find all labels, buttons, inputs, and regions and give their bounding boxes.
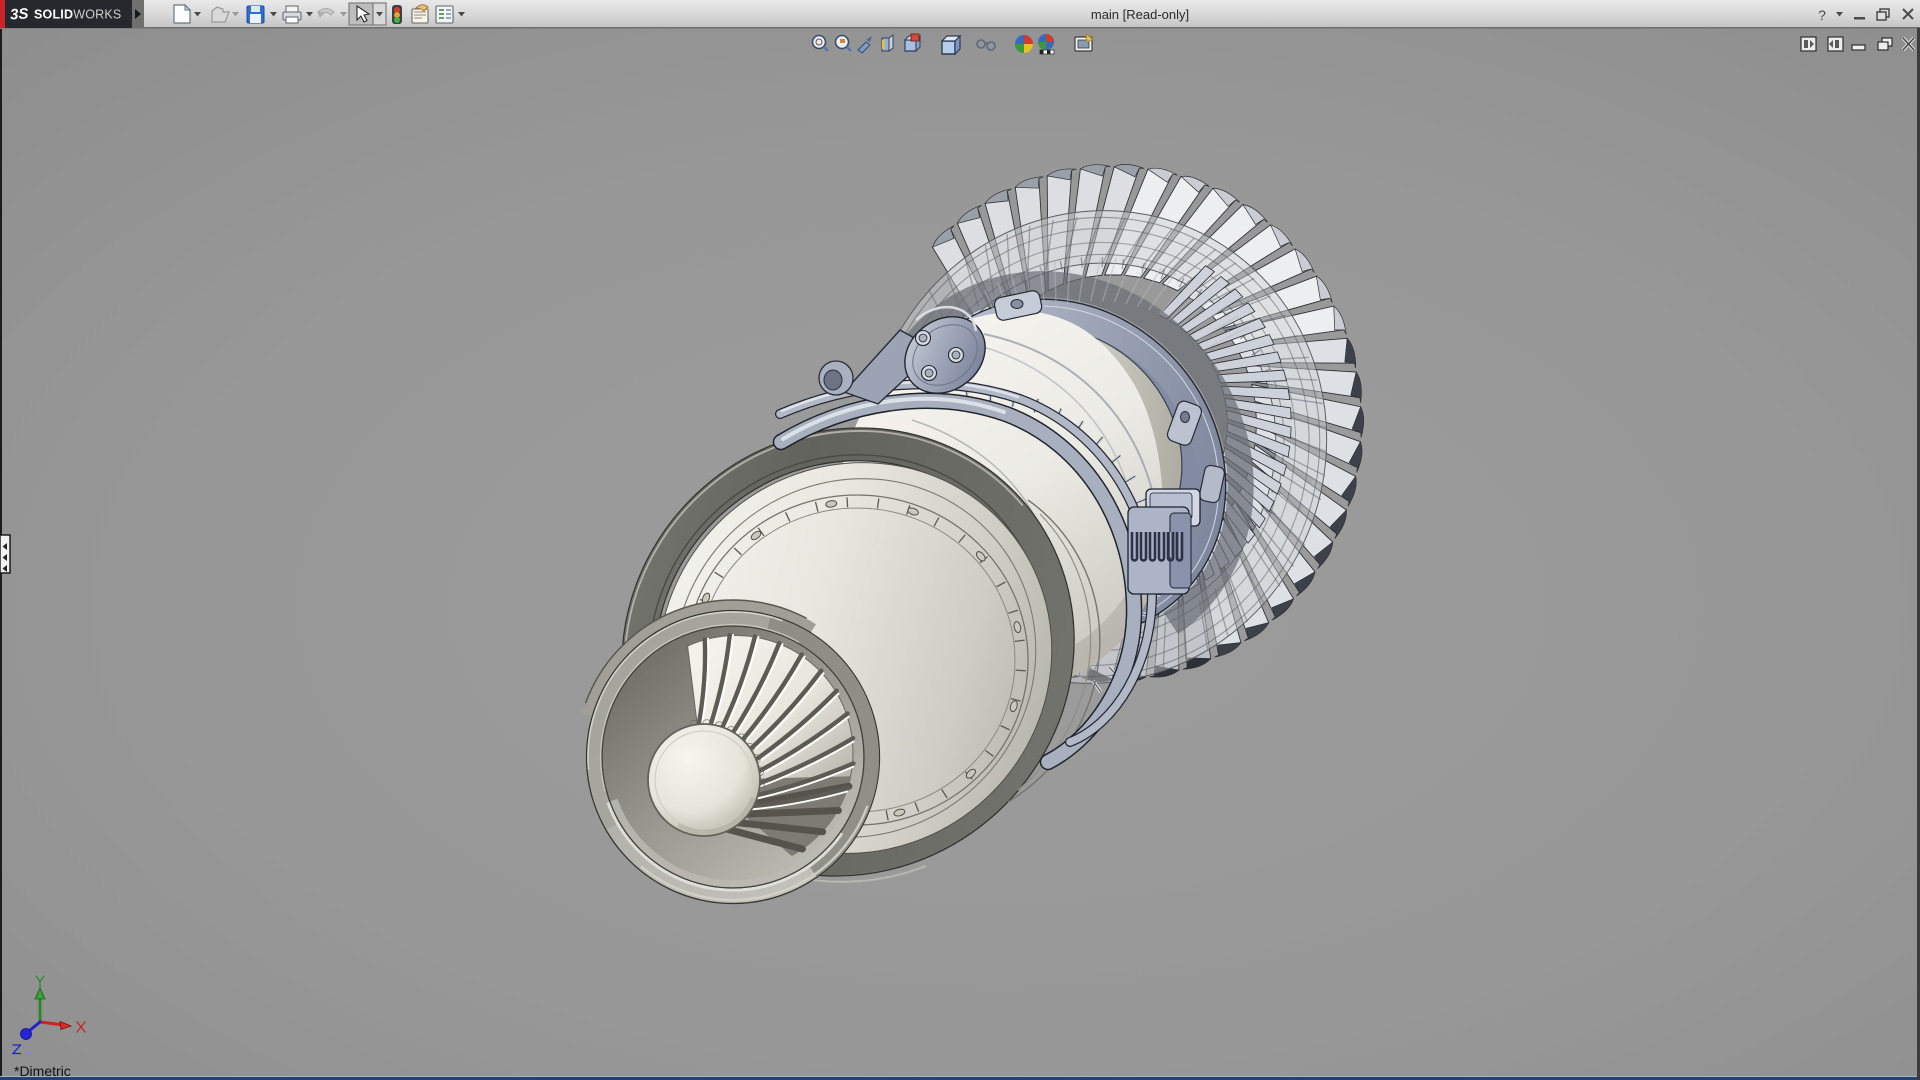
svg-text:?: ? <box>1818 7 1826 23</box>
svg-text:main [Read-only]: main [Read-only] <box>1091 7 1189 22</box>
svg-text:3S: 3S <box>9 5 29 23</box>
svg-text:SOLIDWORKS: SOLIDWORKS <box>34 8 121 22</box>
